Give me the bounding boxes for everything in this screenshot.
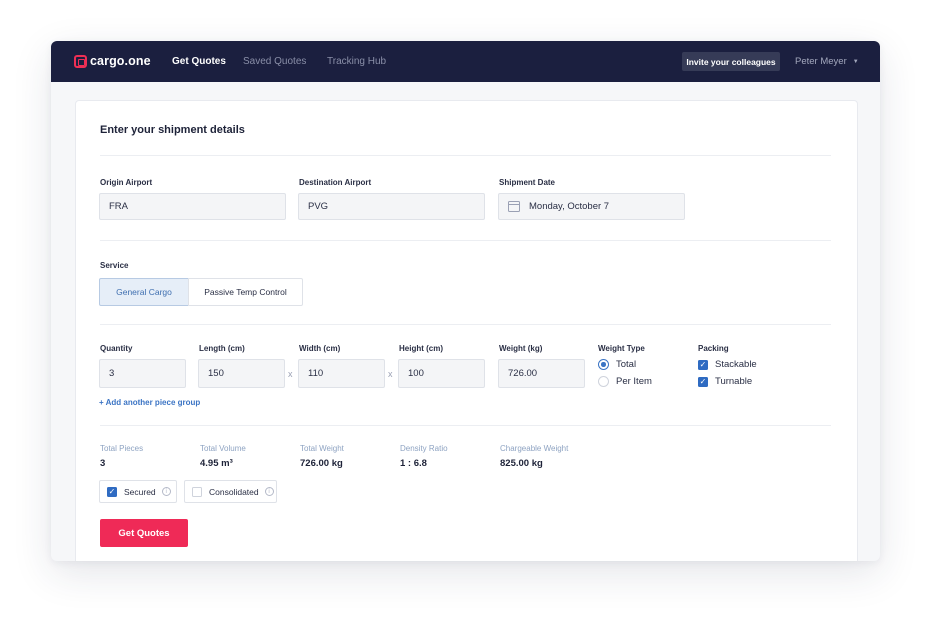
- checkbox-icon: [192, 486, 202, 497]
- weight-label: Weight (kg): [499, 344, 543, 353]
- chevron-down-icon: ▼: [852, 58, 859, 65]
- summary-value: 3: [100, 458, 106, 469]
- destination-value: PVG: [308, 201, 329, 212]
- user-name: Peter Meyer: [795, 56, 847, 67]
- weight-input[interactable]: 726.00: [498, 359, 585, 388]
- destination-airport-input[interactable]: PVG: [298, 193, 485, 220]
- shipment-form-card: Enter your shipment details Origin Airpo…: [75, 100, 858, 561]
- consolidated-option[interactable]: Consolidated i: [184, 480, 277, 503]
- get-quotes-button[interactable]: Get Quotes: [100, 519, 188, 547]
- info-icon[interactable]: i: [264, 487, 274, 496]
- packing-stackable[interactable]: ✓ Stackable: [698, 359, 757, 370]
- height-input[interactable]: 100: [398, 359, 485, 388]
- date-value: Monday, October 7: [529, 201, 610, 212]
- checkbox-icon: ✓: [698, 376, 708, 387]
- date-label: Shipment Date: [499, 178, 556, 187]
- length-label: Length (cm): [199, 344, 245, 353]
- invite-colleagues-button[interactable]: Invite your colleagues: [682, 52, 780, 71]
- checkbox-icon: ✓: [698, 359, 708, 370]
- radio-icon: [598, 359, 609, 370]
- summary-label: Density Ratio: [400, 444, 448, 453]
- quantity-value: 3: [109, 368, 115, 379]
- divider: [100, 155, 831, 156]
- top-navbar: cargo.one Get Quotes Saved Quotes Tracki…: [51, 41, 880, 82]
- height-value: 100: [408, 368, 424, 379]
- quantity-input[interactable]: 3: [99, 359, 186, 388]
- summary-value: 825.00 kg: [500, 458, 543, 469]
- summary-label: Total Volume: [200, 444, 246, 453]
- checkbox-icon: ✓: [107, 486, 117, 497]
- consolidated-label: Consolidated: [209, 486, 259, 497]
- destination-label: Destination Airport: [299, 178, 372, 187]
- app-window: cargo.one Get Quotes Saved Quotes Tracki…: [51, 41, 880, 561]
- weight-type-per-item-label: Per Item: [616, 376, 652, 387]
- summary-value: 4.95 m³: [200, 458, 233, 469]
- times-symbol: x: [288, 369, 293, 379]
- weight-type-total-label: Total: [616, 359, 637, 370]
- packing-label: Packing: [698, 344, 729, 353]
- calendar-icon: [508, 201, 520, 212]
- quantity-label: Quantity: [100, 344, 133, 353]
- brand-name: cargo.one: [90, 54, 151, 68]
- radio-icon: [598, 376, 609, 387]
- divider: [100, 324, 831, 325]
- weight-type-per-item[interactable]: Per Item: [598, 376, 652, 387]
- summary-label: Total Weight: [300, 444, 344, 453]
- summary-label: Total Pieces: [100, 444, 144, 453]
- times-symbol: x: [388, 369, 393, 379]
- summary-label: Chargeable Weight: [500, 444, 569, 453]
- nav-get-quotes[interactable]: Get Quotes: [172, 56, 226, 67]
- logo-icon: [74, 54, 87, 68]
- secured-option[interactable]: ✓ Secured i: [99, 480, 177, 503]
- add-piece-group-link[interactable]: + Add another piece group: [99, 398, 200, 407]
- weight-type-label: Weight Type: [598, 344, 645, 353]
- divider: [100, 425, 831, 426]
- nav-tracking-hub[interactable]: Tracking Hub: [327, 56, 386, 67]
- divider: [100, 240, 831, 241]
- stackable-label: Stackable: [715, 359, 757, 370]
- summary-value: 726.00 kg: [300, 458, 343, 469]
- width-value: 110: [308, 368, 324, 379]
- nav-saved-quotes[interactable]: Saved Quotes: [243, 56, 306, 67]
- width-input[interactable]: 110: [298, 359, 385, 388]
- weight-value: 726.00: [508, 368, 538, 379]
- shipment-date-picker[interactable]: Monday, October 7: [498, 193, 685, 220]
- packing-turnable[interactable]: ✓ Turnable: [698, 376, 752, 387]
- service-passive-temp-control[interactable]: Passive Temp Control: [188, 278, 303, 306]
- brand-logo[interactable]: cargo.one: [74, 54, 151, 68]
- secured-label: Secured: [124, 486, 156, 497]
- form-title: Enter your shipment details: [100, 124, 245, 136]
- turnable-label: Turnable: [715, 376, 753, 387]
- service-general-cargo[interactable]: General Cargo: [99, 278, 189, 306]
- info-icon[interactable]: i: [161, 487, 171, 496]
- service-label: Service: [100, 261, 129, 270]
- weight-type-total[interactable]: Total: [598, 359, 636, 370]
- length-input[interactable]: 150: [198, 359, 285, 388]
- origin-airport-input[interactable]: FRA: [99, 193, 286, 220]
- user-menu[interactable]: Peter Meyer ▼: [795, 56, 859, 67]
- origin-value: FRA: [109, 201, 128, 212]
- origin-label: Origin Airport: [100, 178, 153, 187]
- summary-value: 1 : 6.8: [400, 458, 427, 469]
- length-value: 150: [208, 368, 224, 379]
- height-label: Height (cm): [399, 344, 443, 353]
- width-label: Width (cm): [299, 344, 341, 353]
